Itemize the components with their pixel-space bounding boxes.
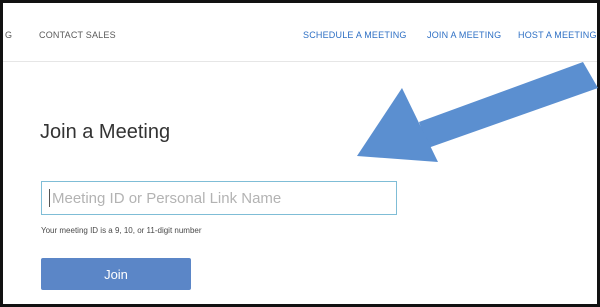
page-title: Join a Meeting (40, 121, 171, 143)
nav-item-truncated[interactable]: G (5, 30, 12, 40)
screenshot-frame: G CONTACT SALES SCHEDULE A MEETING JOIN … (0, 0, 600, 307)
meeting-id-input[interactable] (41, 181, 397, 215)
nav-join-meeting[interactable]: JOIN A MEETING (427, 30, 501, 40)
nav-host-meeting[interactable]: HOST A MEETING▾ (518, 30, 597, 40)
text-cursor (49, 189, 50, 207)
join-button[interactable]: Join (41, 258, 191, 290)
nav-schedule-meeting[interactable]: SCHEDULE A MEETING (303, 30, 407, 40)
meeting-id-hint: Your meeting ID is a 9, 10, or 11-digit … (41, 226, 202, 235)
top-navigation: G CONTACT SALES SCHEDULE A MEETING JOIN … (3, 3, 597, 62)
nav-contact-sales[interactable]: CONTACT SALES (39, 30, 116, 40)
nav-host-meeting-label: HOST A MEETING (518, 30, 597, 40)
